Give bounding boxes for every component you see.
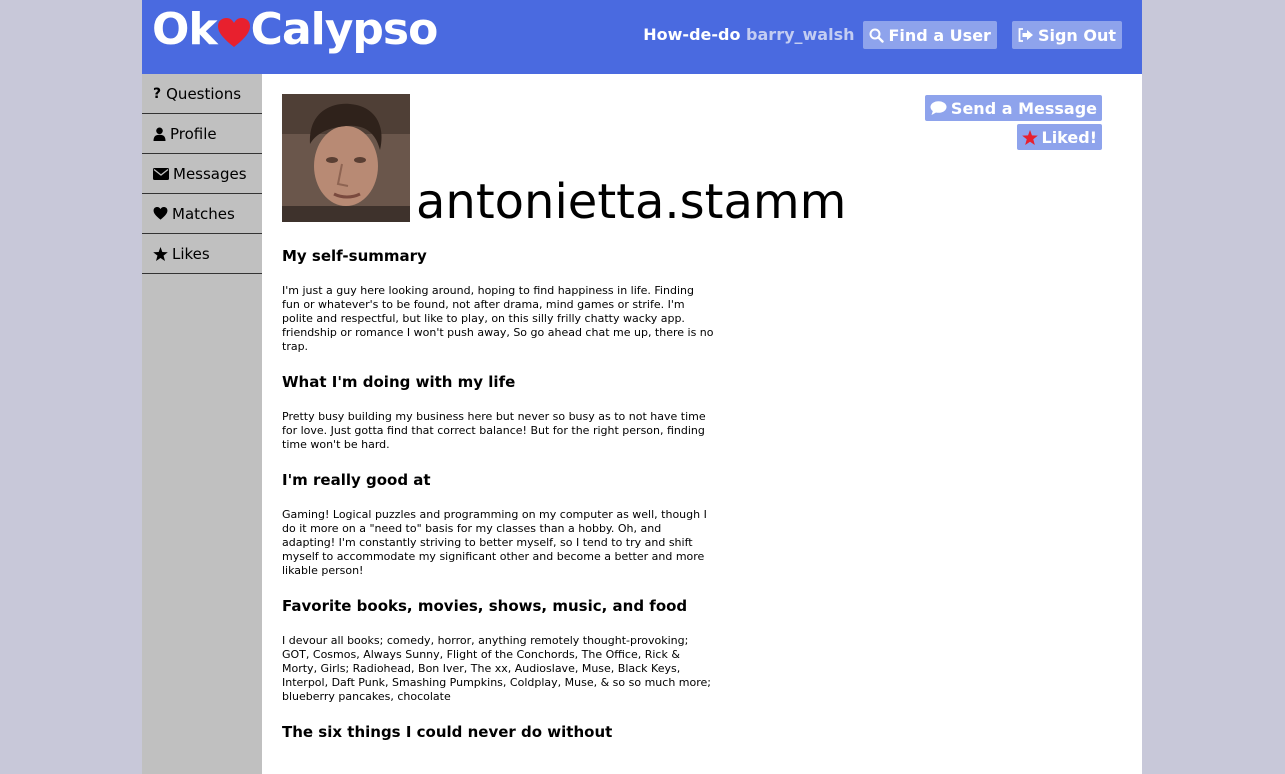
page: Ok Calypso How-de-do barry_walsh Find a … xyxy=(142,0,1142,774)
star-icon xyxy=(1021,129,1038,145)
section-body: Pretty busy building my business here bu… xyxy=(282,410,706,451)
question-icon: ? xyxy=(153,85,162,102)
sign-out-label: Sign Out xyxy=(1037,25,1116,45)
section-title: I'm really good at xyxy=(282,471,431,489)
logo-text-ok: Ok xyxy=(152,4,218,55)
section-body: I devour all books; comedy, horror, anyt… xyxy=(282,634,711,703)
sidebar-item-profile[interactable]: Profile xyxy=(142,114,262,154)
section-title: What I'm doing with my life xyxy=(282,373,516,391)
liked-button[interactable]: Liked! xyxy=(1016,124,1102,150)
envelope-icon xyxy=(153,167,169,180)
section-title: Favorite books, movies, shows, music, an… xyxy=(282,597,688,615)
send-message-label: Send a Message xyxy=(950,98,1097,118)
current-username[interactable]: barry_walsh xyxy=(746,25,854,44)
sidebar-item-questions[interactable]: ? Questions xyxy=(142,74,262,114)
profile-actions: Send a Message Liked! xyxy=(924,95,1102,150)
section-body: I'm just a guy here looking around, hopi… xyxy=(282,284,714,353)
top-bar: Ok Calypso How-de-do barry_walsh Find a … xyxy=(142,0,1142,74)
sidebar-item-likes[interactable]: Likes xyxy=(142,234,262,274)
sign-out-icon xyxy=(1018,28,1033,42)
logo-heart-icon xyxy=(217,18,250,47)
sidebar-item-label: Matches xyxy=(172,204,235,223)
profile-photo-image xyxy=(282,94,410,222)
profile-photo xyxy=(282,94,410,222)
liked-label: Liked! xyxy=(1041,127,1098,147)
logo-text-calypso: Calypso xyxy=(250,4,439,55)
greeting: How-de-do barry_walsh xyxy=(643,21,854,49)
header-actions: How-de-do barry_walsh Find a User Sign O… xyxy=(643,21,1122,49)
find-user-button[interactable]: Find a User xyxy=(863,21,997,49)
sidebar-item-label: Likes xyxy=(172,244,210,263)
greeting-text: How-de-do xyxy=(643,25,741,44)
heart-icon xyxy=(153,207,168,220)
site-logo[interactable]: Ok Calypso xyxy=(152,4,439,56)
sidebar-item-label: Questions xyxy=(166,84,242,103)
user-icon xyxy=(153,127,166,141)
sidebar-item-messages[interactable]: Messages xyxy=(142,154,262,194)
section-title: My self-summary xyxy=(282,247,427,265)
chat-bubble-icon xyxy=(930,101,947,115)
profile-sections: My self-summary I'm just a guy here look… xyxy=(282,246,714,760)
send-message-button[interactable]: Send a Message xyxy=(924,95,1102,121)
sidebar-item-matches[interactable]: Matches xyxy=(142,194,262,234)
sidebar-nav: ? Questions Profile Messages Matches Lik… xyxy=(142,74,262,774)
section-body: Gaming! Logical puzzles and programming … xyxy=(282,508,707,577)
find-user-label: Find a User xyxy=(888,25,991,45)
profile-username: antonietta.stamm xyxy=(416,174,847,230)
section-title: The six things I could never do without xyxy=(282,723,613,741)
sidebar-item-label: Profile xyxy=(170,124,217,143)
sidebar-item-label: Messages xyxy=(173,164,247,183)
star-icon xyxy=(153,246,168,261)
sign-out-button[interactable]: Sign Out xyxy=(1011,21,1122,49)
search-icon xyxy=(869,28,885,43)
